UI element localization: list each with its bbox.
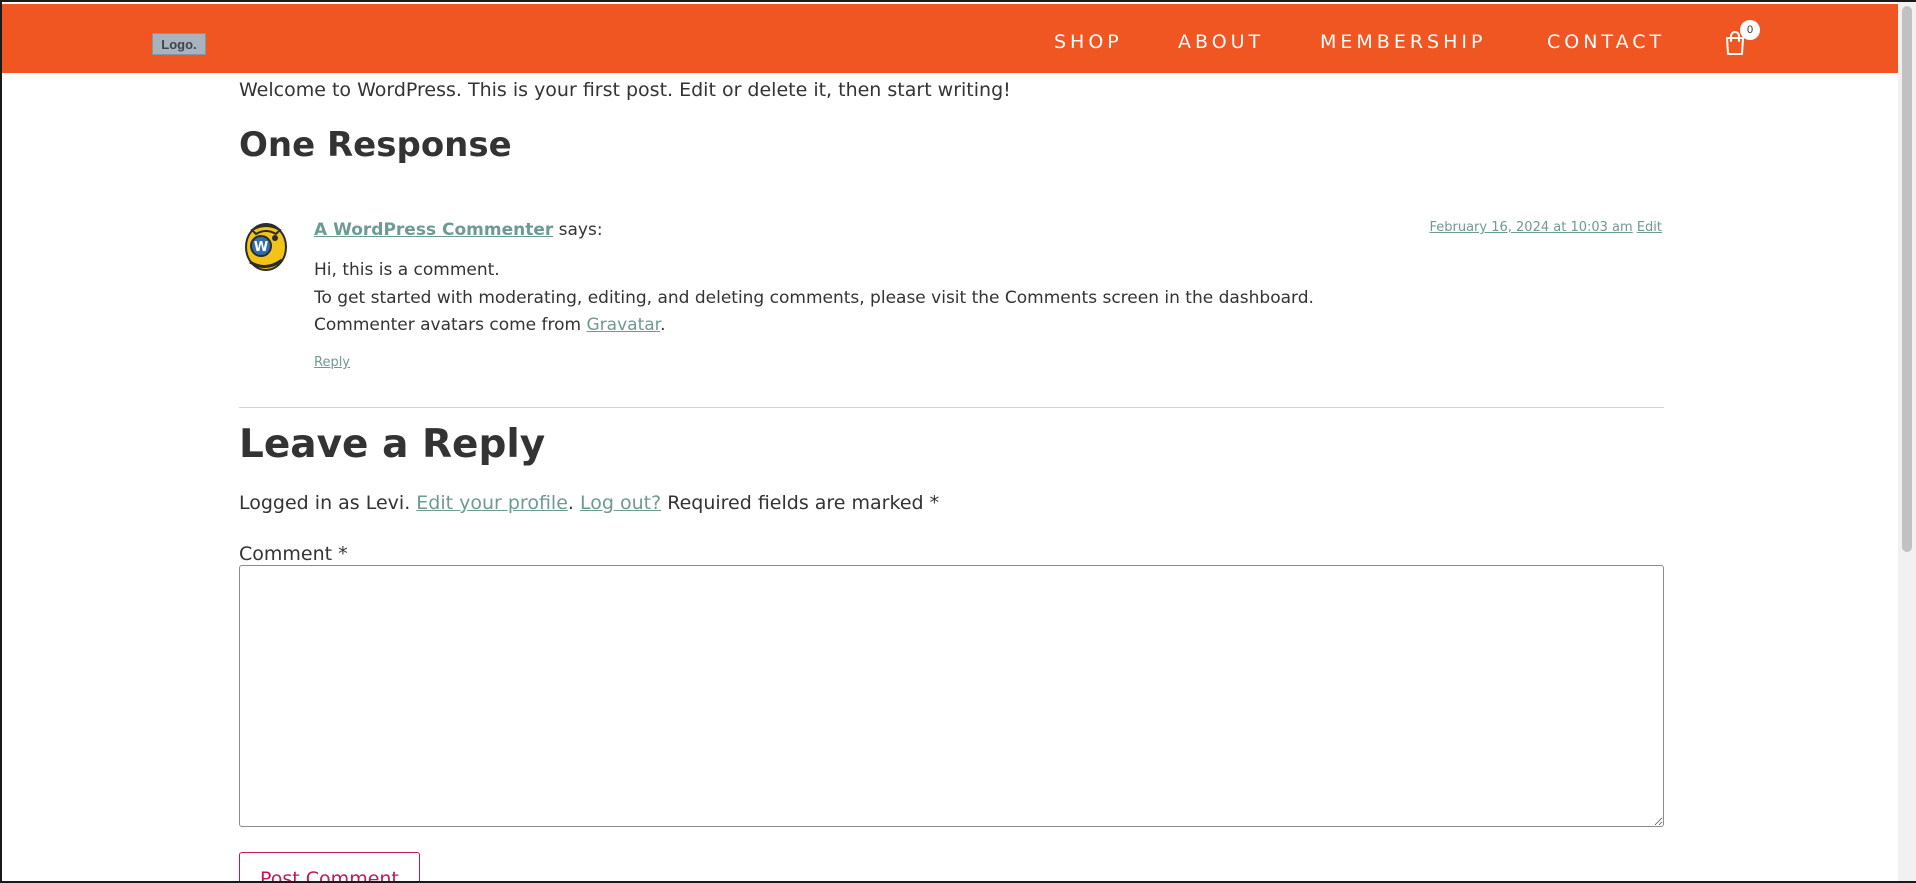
post-comment-button[interactable]: Post Comment xyxy=(239,852,420,881)
comment-date-link[interactable]: February 16, 2024 at 10:03 am xyxy=(1429,220,1632,235)
comment-field-label: Comment * xyxy=(239,543,348,565)
scrollbar-thumb[interactable] xyxy=(1902,6,1912,552)
required-note: Required fields are marked * xyxy=(661,492,940,514)
comment-author-line: A WordPress Commenter says: xyxy=(314,217,603,243)
cart-count-badge: 0 xyxy=(1740,20,1760,40)
separator-text: . xyxy=(567,492,580,514)
comment-line-text: Commenter avatars come from xyxy=(314,315,587,335)
nav-item-contact[interactable]: CONTACT xyxy=(1547,28,1665,56)
reply-form-title: Leave a Reply xyxy=(239,422,546,467)
log-out-link[interactable]: Log out? xyxy=(580,492,661,514)
nav-item-membership[interactable]: MEMBERSHIP xyxy=(1320,28,1486,56)
nav-item-shop[interactable]: SHOP xyxy=(1054,28,1123,56)
comment-line: Hi, this is a comment. xyxy=(314,260,500,280)
comment-textarea[interactable] xyxy=(239,565,1664,827)
comment-line-suffix: . xyxy=(660,315,666,335)
cart-button[interactable]: 0 xyxy=(1724,20,1760,58)
comments-title: One Response xyxy=(239,125,512,165)
comment-line: Commenter avatars come from Gravatar. xyxy=(314,312,1314,340)
comment-line: To get started with moderating, editing,… xyxy=(314,287,1314,308)
site-header: Logo. SHOP ABOUT MEMBERSHIP CONTACT 0 xyxy=(2,4,1900,73)
main-nav: SHOP ABOUT MEMBERSHIP CONTACT xyxy=(2,28,1900,56)
logged-in-text: Logged in as Levi. xyxy=(239,492,417,514)
comment-author-link[interactable]: A WordPress Commenter xyxy=(314,220,553,240)
comment-says: says: xyxy=(558,220,603,240)
logged-in-note: Logged in as Levi. Edit your profile. Lo… xyxy=(239,490,939,516)
comment-reply-link[interactable]: Reply xyxy=(314,353,350,373)
wordpress-commenter-avatar-icon: W xyxy=(245,223,287,271)
page-scrollbar[interactable] xyxy=(1898,2,1916,881)
commenter-avatar: W xyxy=(242,222,288,272)
nav-item-about[interactable]: ABOUT xyxy=(1178,28,1264,56)
comment-edit-link[interactable]: Edit xyxy=(1637,220,1662,235)
gravatar-link[interactable]: Gravatar xyxy=(587,315,661,335)
comment-body: Hi, this is a comment. To get started wi… xyxy=(314,257,1314,340)
post-content: Welcome to WordPress. This is your first… xyxy=(239,79,1011,101)
comment-meta: February 16, 2024 at 10:03 am Edit xyxy=(1429,218,1662,238)
browser-viewport: Logo. SHOP ABOUT MEMBERSHIP CONTACT 0 We… xyxy=(0,0,1916,883)
section-divider xyxy=(239,407,1664,408)
edit-profile-link[interactable]: Edit your profile xyxy=(416,492,568,514)
svg-text:W: W xyxy=(254,240,268,255)
